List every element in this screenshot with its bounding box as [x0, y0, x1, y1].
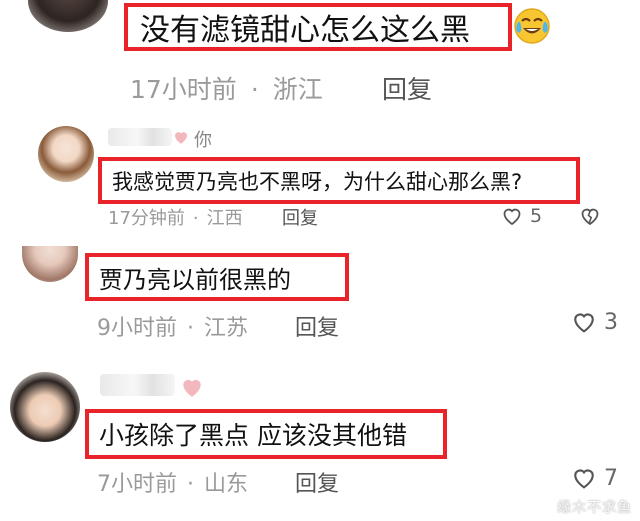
comment-text-box: 贾乃亮以前很黑的 [85, 253, 349, 301]
heart-icon [178, 374, 206, 404]
comment-location: 山东 [204, 472, 249, 497]
author-suffix: 你 [194, 130, 212, 151]
comment-text: 我感觉贾乃亮也不黑呀，为什么甜心那么黑? [112, 169, 523, 194]
reply-button[interactable]: 回复 [382, 70, 432, 106]
comment-meta: 17小时前 · 浙江 [130, 70, 323, 106]
comment-meta: 9小时前 · 江苏 [97, 310, 248, 342]
like-button[interactable]: 7 [570, 464, 618, 492]
avatar[interactable] [38, 126, 94, 182]
like-button[interactable]: 5 [500, 204, 542, 228]
avatar[interactable] [28, 0, 108, 32]
separator: · [187, 472, 194, 497]
comment-text: 贾乃亮以前很黑的 [99, 265, 291, 294]
heart-outline-icon [570, 464, 598, 492]
comment-time: 7小时前 [97, 472, 177, 497]
comment-text: 小孩除了黑点 应该没其他错 [99, 421, 407, 450]
reply-button[interactable]: 回复 [295, 466, 339, 498]
comment-text-box: 没有滤镜甜心怎么这么黑 [124, 3, 512, 51]
heart-outline-icon [570, 308, 598, 336]
comment-meta: 17分钟前 · 江西 [108, 204, 243, 230]
comment-location: 浙江 [272, 75, 323, 104]
crying-laughing-emoji-icon [512, 6, 552, 46]
watermark: 缘木不求鱼 [557, 500, 632, 516]
comment-meta: 7小时前 · 山东 [97, 466, 248, 498]
heart-outline-icon [500, 204, 524, 228]
separator: · [187, 316, 194, 341]
like-count: 7 [604, 465, 618, 491]
like-button[interactable]: 3 [570, 308, 618, 336]
reply-button[interactable]: 回复 [295, 310, 339, 342]
reply-button[interactable]: 回复 [282, 204, 318, 230]
comment-text-box: 小孩除了黑点 应该没其他错 [85, 409, 447, 459]
avatar[interactable] [22, 246, 78, 282]
heart-icon [172, 128, 190, 150]
comment-time: 9小时前 [97, 316, 177, 341]
username-blurred [108, 128, 172, 146]
like-count: 3 [604, 309, 618, 335]
username-blurred [100, 374, 175, 396]
avatar[interactable] [10, 372, 80, 442]
comment-location: 江苏 [204, 316, 249, 341]
comment-location: 江西 [206, 208, 243, 229]
comment-time: 17分钟前 [108, 208, 185, 229]
like-count: 5 [530, 205, 543, 227]
comment-text: 没有滤镜甜心怎么这么黑 [140, 13, 470, 48]
separator: · [192, 208, 199, 229]
comment-text-box: 我感觉贾乃亮也不黑呀，为什么甜心那么黑? [98, 157, 580, 204]
comment-time: 17小时前 [130, 75, 237, 104]
separator: · [250, 75, 259, 104]
dislike-icon[interactable] [578, 204, 602, 232]
